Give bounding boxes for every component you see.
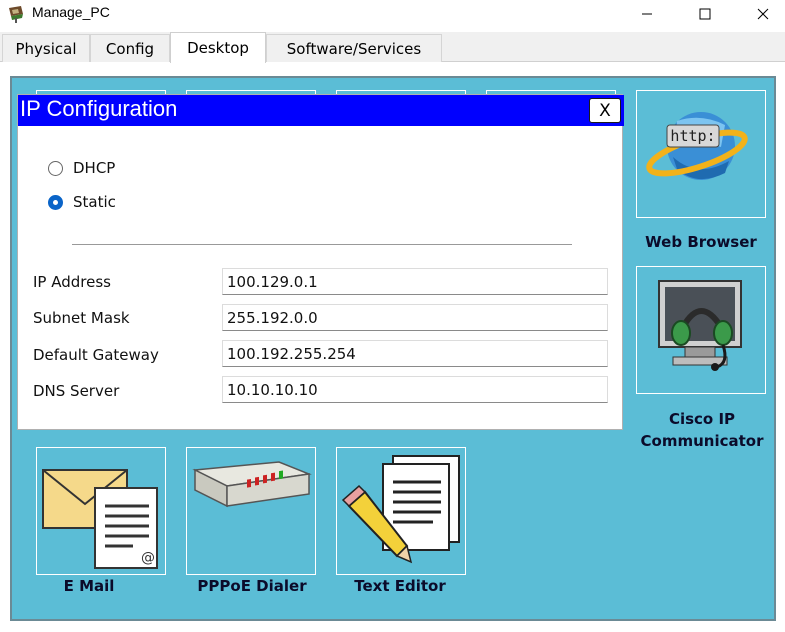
static-radio-label: Static <box>73 193 116 211</box>
text-editor-tile[interactable] <box>336 447 466 575</box>
minimize-icon <box>642 13 652 15</box>
email-label: E Mail <box>63 577 115 595</box>
tab-desktop[interactable]: Desktop <box>170 32 266 63</box>
text-editor-icon <box>341 455 460 564</box>
minimize-button[interactable] <box>624 0 670 28</box>
tab-physical[interactable]: Physical <box>2 34 90 62</box>
svg-text:http:: http: <box>670 127 715 145</box>
close-window-button[interactable] <box>740 0 785 28</box>
window-titlebar: Manage_PC <box>0 0 785 28</box>
pppoe-dialer-tile[interactable] <box>186 447 316 575</box>
ip-configuration-dialog: IP Configuration X DHCP Static IP Addres… <box>17 94 624 430</box>
web-browser-icon: http: <box>646 112 748 180</box>
dns-server-label: DNS Server <box>33 382 120 400</box>
packet-tracer-app-icon <box>9 6 23 23</box>
window-title: Manage_PC <box>32 4 110 20</box>
cisco-ip-communicator-label: Cisco IP Communicator <box>640 410 764 450</box>
static-radio[interactable] <box>48 194 63 210</box>
text-editor-label: Text Editor <box>354 577 446 595</box>
default-gateway-label: Default Gateway <box>33 346 159 364</box>
dialog-title: IP Configuration <box>20 96 178 121</box>
svg-text:@: @ <box>141 550 155 566</box>
static-radio-option[interactable]: Static <box>48 193 116 211</box>
maximize-icon <box>699 8 711 20</box>
dhcp-radio-label: DHCP <box>73 159 116 177</box>
dns-server-input[interactable] <box>222 376 608 403</box>
dialog-titlebar: IP Configuration X <box>18 95 624 126</box>
pppoe-dialer-label: PPPoE Dialer <box>197 577 307 595</box>
web-browser-label: Web Browser <box>645 233 757 251</box>
app-window: Manage_PC Physical Config Desktop Softwa… <box>0 0 785 632</box>
close-icon <box>757 8 769 20</box>
tab-software-services[interactable]: Software/Services <box>266 34 442 62</box>
cisco-ip-communicator-tile[interactable] <box>636 266 766 394</box>
headset-monitor-icon <box>658 280 742 371</box>
ip-address-input[interactable] <box>222 268 608 295</box>
dhcp-radio[interactable] <box>48 160 63 176</box>
tab-bar: Physical Config Desktop Software/Service… <box>0 32 785 63</box>
subnet-mask-label: Subnet Mask <box>33 309 130 327</box>
tab-config[interactable]: Config <box>90 34 170 62</box>
pppoe-dialer-icon <box>192 461 312 508</box>
default-gateway-input[interactable] <box>222 340 608 367</box>
tab-label: Desktop <box>187 39 249 57</box>
tab-label: Config <box>105 39 155 58</box>
dialog-close-button[interactable]: X <box>589 98 621 123</box>
ip-address-label: IP Address <box>33 273 111 291</box>
email-tile[interactable]: @ <box>36 447 166 575</box>
email-icon: @ <box>42 469 158 569</box>
tab-label: Physical <box>15 39 77 58</box>
dhcp-radio-option[interactable]: DHCP <box>48 159 115 177</box>
tab-label: Software/Services <box>286 39 422 58</box>
subnet-mask-input[interactable] <box>222 304 608 331</box>
web-browser-tile[interactable]: http: <box>636 90 766 218</box>
separator-line <box>72 244 572 245</box>
maximize-button[interactable] <box>682 0 728 28</box>
